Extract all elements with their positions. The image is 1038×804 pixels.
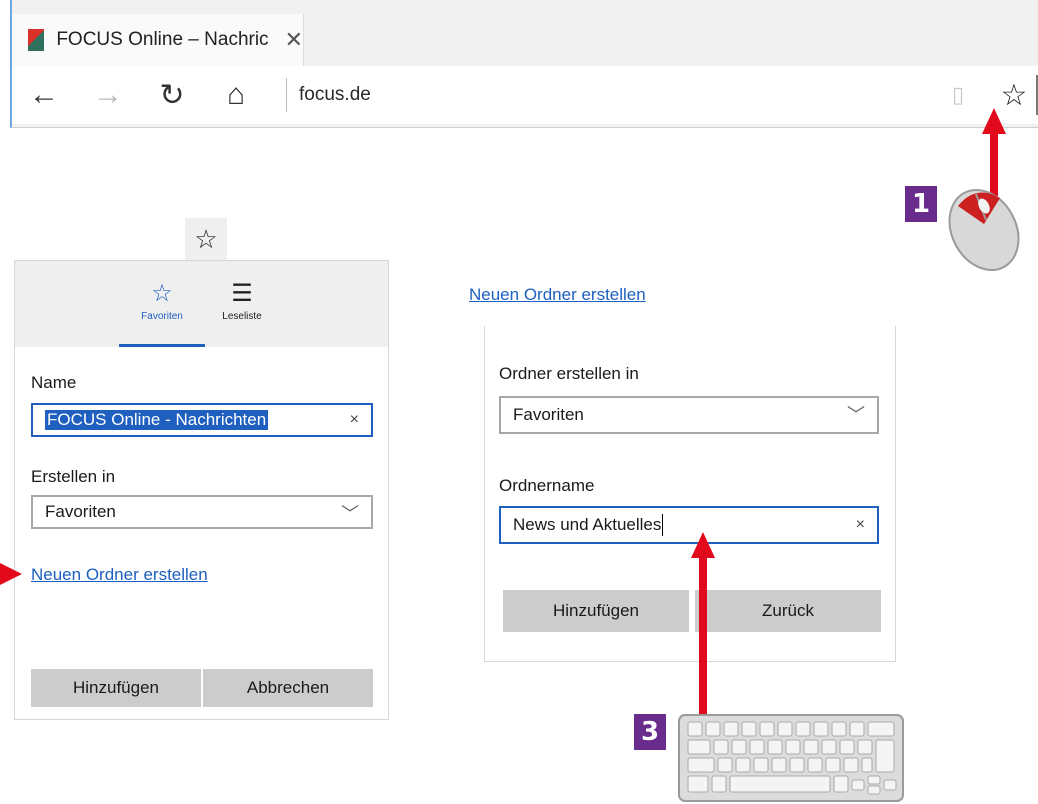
tab-label: Favoriten bbox=[141, 311, 183, 322]
add-button[interactable]: Hinzufügen bbox=[31, 669, 201, 707]
keyboard-icon bbox=[678, 714, 904, 802]
focus-favicon-icon bbox=[28, 29, 45, 51]
folder-name-label: Ordnername bbox=[499, 476, 595, 495]
name-label: Name bbox=[31, 373, 77, 392]
folder-create-in-label: Ordner erstellen in bbox=[499, 364, 639, 383]
arrow-line bbox=[699, 556, 707, 714]
add-favorite-panel: ☆ Favoriten ☰ Leseliste Name FOCUS Onlin… bbox=[14, 260, 389, 720]
new-folder-link[interactable]: Neuen Ordner erstellen bbox=[31, 565, 208, 585]
browser-window: FOCUS Online – Nachric ✕ ← → ↻ ⌂ focus.d… bbox=[10, 0, 1038, 128]
chevron-down-icon: ﹀ bbox=[847, 405, 865, 425]
mouse-icon bbox=[948, 188, 1020, 272]
tab-label: Leseliste bbox=[222, 311, 262, 322]
star-icon: ☆ bbox=[151, 280, 173, 307]
clear-icon[interactable]: × bbox=[856, 516, 865, 534]
folder-create-in-value: Favoriten bbox=[513, 405, 584, 424]
back-button[interactable]: ← bbox=[12, 70, 76, 120]
refresh-button[interactable]: ↻ bbox=[140, 70, 204, 120]
cancel-button[interactable]: Abbrechen bbox=[203, 669, 373, 707]
folder-create-in-select[interactable]: Favoriten ﹀ bbox=[499, 396, 879, 434]
clear-icon[interactable]: × bbox=[350, 411, 359, 429]
chevron-down-icon: ﹀ bbox=[341, 504, 359, 524]
folder-add-button[interactable]: Hinzufügen bbox=[503, 590, 689, 632]
folder-name-input[interactable]: News und Aktuelles × bbox=[499, 506, 879, 544]
back-button[interactable]: Zurück bbox=[695, 590, 881, 632]
new-folder-heading-link[interactable]: Neuen Ordner erstellen bbox=[469, 285, 646, 305]
address-bar[interactable]: focus.de bbox=[299, 84, 946, 106]
arrow-head-icon bbox=[691, 532, 715, 558]
favorites-star-icon[interactable]: ☆ bbox=[185, 218, 227, 260]
browser-toolbar: ← → ↻ ⌂ focus.de ▯ ☆ bbox=[12, 66, 1038, 124]
create-in-select[interactable]: Favoriten ﹀ bbox=[31, 495, 373, 529]
reading-view-icon[interactable]: ▯ bbox=[946, 82, 970, 107]
close-tab-icon[interactable]: ✕ bbox=[285, 27, 303, 53]
create-in-label: Erstellen in bbox=[31, 467, 116, 486]
folder-name-value: News und Aktuelles bbox=[513, 515, 662, 534]
create-in-value: Favoriten bbox=[45, 502, 116, 521]
address-separator bbox=[286, 78, 287, 112]
reading-list-icon: ☰ bbox=[231, 280, 253, 307]
name-input[interactable]: FOCUS Online - Nachrichten × bbox=[31, 403, 373, 437]
name-value: FOCUS Online - Nachrichten bbox=[45, 410, 269, 430]
tab-title: FOCUS Online – Nachric bbox=[56, 29, 269, 50]
home-button[interactable]: ⌂ bbox=[204, 70, 268, 120]
step-badge-1: 1 bbox=[905, 186, 937, 222]
tab-strip: FOCUS Online – Nachric ✕ bbox=[12, 0, 1038, 66]
browser-tab[interactable]: FOCUS Online – Nachric ✕ bbox=[12, 14, 304, 66]
step-badge-3: 3 bbox=[634, 714, 666, 750]
active-tab-indicator bbox=[119, 344, 205, 347]
tab-favorites[interactable]: ☆ Favoriten bbox=[117, 280, 207, 323]
text-caret bbox=[662, 514, 664, 536]
forward-button[interactable]: → bbox=[76, 70, 140, 120]
new-folder-panel: Ordner erstellen in Favoriten ﹀ Ordnerna… bbox=[484, 326, 896, 662]
arrow-head-icon bbox=[0, 563, 22, 585]
tab-reading-list[interactable]: ☰ Leseliste bbox=[197, 280, 287, 323]
hub-tabs: ☆ Favoriten ☰ Leseliste bbox=[15, 261, 388, 347]
